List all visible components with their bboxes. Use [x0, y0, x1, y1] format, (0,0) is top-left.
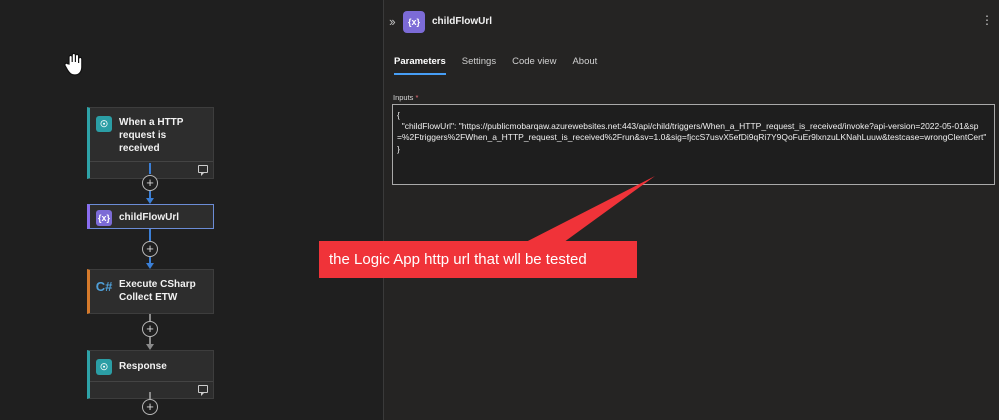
annotation-callout: the Logic App http url that wll be teste…: [319, 241, 637, 278]
annotation-pointer: [520, 176, 655, 245]
logic-app-designer: ☉ When a HTTP request is received + {x} …: [0, 0, 999, 420]
